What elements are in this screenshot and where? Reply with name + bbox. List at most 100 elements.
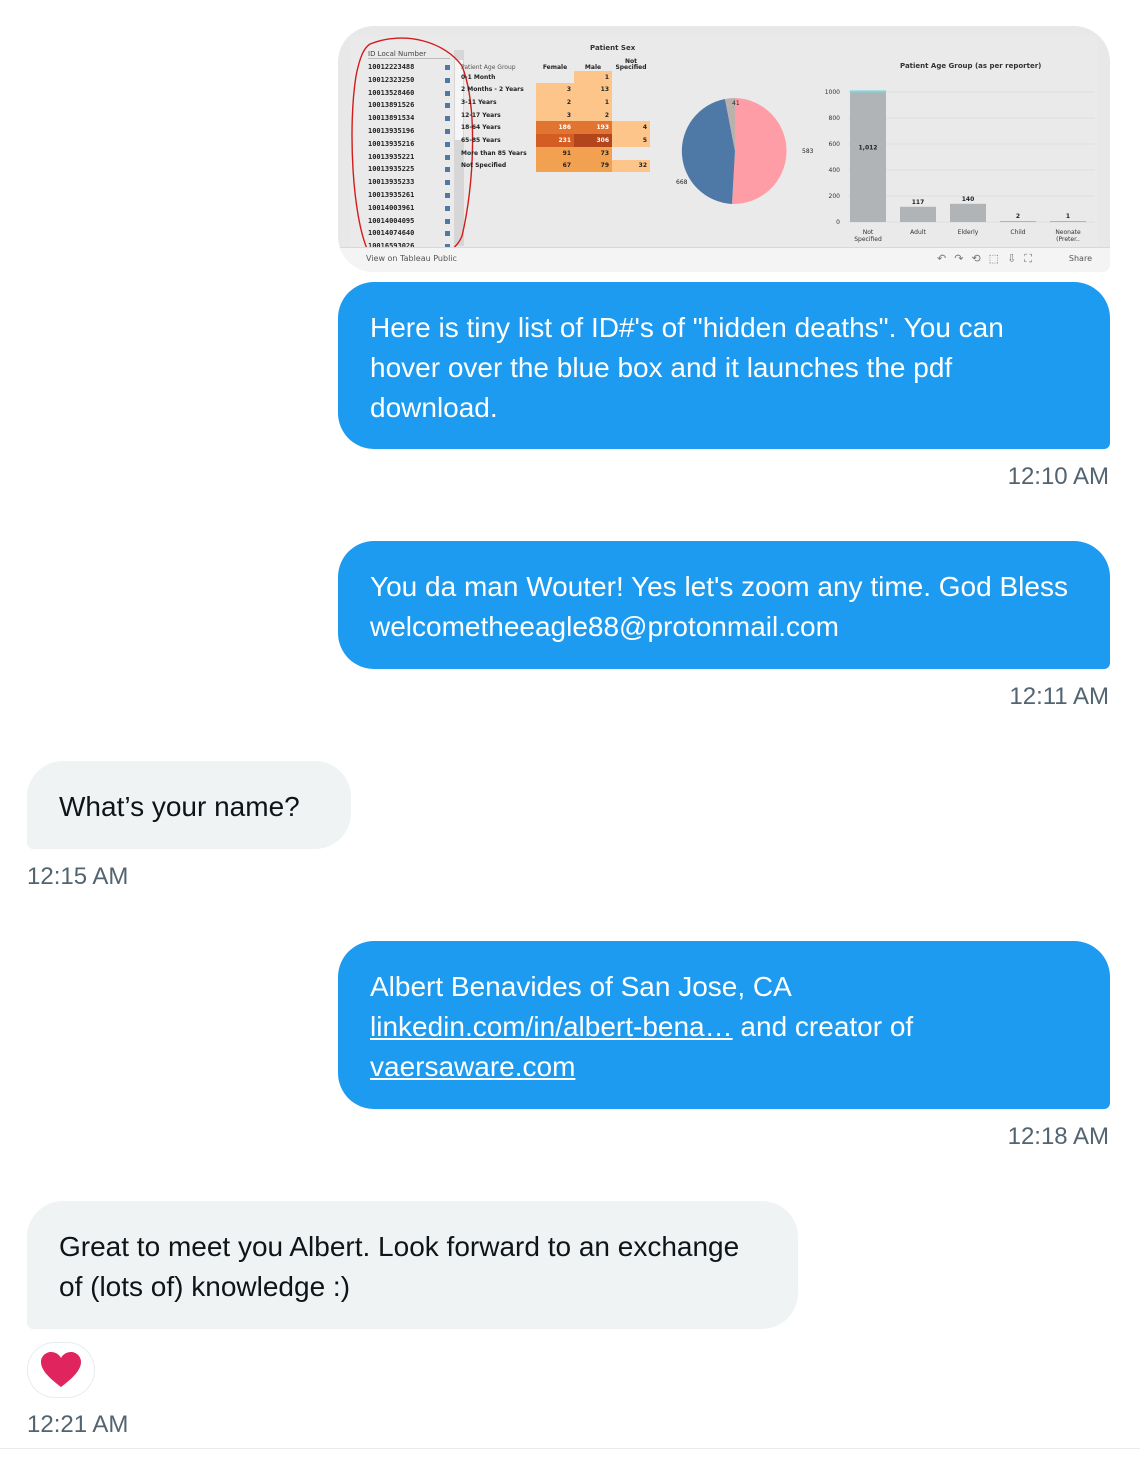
bar bbox=[1050, 221, 1086, 222]
heatmap-cell: 1 bbox=[574, 96, 612, 109]
message-incoming[interactable]: Great to meet you Albert. Look forward t… bbox=[27, 1201, 798, 1329]
heatmap-cell bbox=[612, 83, 650, 96]
heatmap-cell: 306 bbox=[574, 134, 612, 147]
heatmap-cell bbox=[612, 96, 650, 109]
heatmap-row: 0-1 Month 1 bbox=[458, 70, 650, 84]
heatmap-cell: 79 bbox=[574, 159, 612, 173]
pie-slice-male bbox=[681, 99, 735, 204]
message-text-fragment: and creator of bbox=[732, 1011, 914, 1042]
heatmap-row-label: Not Specified bbox=[461, 162, 507, 170]
heatmap-row-label: 0-1 Month bbox=[461, 73, 496, 81]
heatmap-row: Not Specified 67 79 32 bbox=[458, 159, 650, 173]
x-tick-label: (Preter.. bbox=[1056, 236, 1080, 243]
message-text: Here is tiny list of ID#'s of "hidden de… bbox=[370, 312, 1004, 423]
heatmap-cell: 186 bbox=[536, 121, 574, 135]
message-text: Great to meet you Albert. Look forward t… bbox=[59, 1231, 740, 1302]
tableau-toolbar-icons[interactable]: ↶↷⟲⬚⇩⛶ bbox=[937, 252, 1040, 266]
heatmap-cell: 5 bbox=[612, 134, 650, 147]
heatmap-col-male: Male bbox=[584, 63, 602, 71]
message-incoming[interactable]: What’s your name? bbox=[27, 761, 351, 849]
x-tick-label: Adult bbox=[910, 229, 926, 236]
heatmap-cell bbox=[536, 71, 574, 84]
heatmap-row-label: 65-85 Years bbox=[461, 136, 501, 144]
tableau-image-attachment[interactable]: ID Local Number 10012223488 10012323250 10… bbox=[338, 26, 1110, 272]
x-tick-label: Elderly bbox=[958, 229, 979, 236]
message-timestamp: 12:21 AM bbox=[27, 1411, 129, 1438]
heart-icon bbox=[41, 1352, 81, 1387]
bar-highlight bbox=[850, 90, 886, 93]
heatmap-row: 3-11 Years 2 1 bbox=[458, 96, 650, 109]
y-tick-label: 0 bbox=[836, 219, 840, 226]
x-tick-label: Not bbox=[863, 229, 874, 236]
message-timestamp: 12:15 AM bbox=[27, 863, 129, 890]
heatmap-cell: 67 bbox=[536, 159, 574, 173]
heatmap-col-female: Female bbox=[542, 63, 568, 71]
heatmap-cell: 13 bbox=[574, 83, 612, 97]
message-timestamp: 12:11 AM bbox=[1009, 683, 1109, 710]
message-text: What’s your name? bbox=[59, 791, 300, 822]
message-timestamp: 12:18 AM bbox=[1007, 1123, 1109, 1150]
heatmap-cell: 3 bbox=[536, 83, 574, 97]
heatmap-row: 12-17 Years 3 2 bbox=[458, 108, 650, 122]
bar bbox=[1000, 221, 1036, 222]
heatmap-cell: 2 bbox=[574, 108, 612, 122]
heatmap-cell bbox=[612, 71, 650, 84]
vaersaware-link[interactable]: vaersaware.com bbox=[370, 1051, 575, 1082]
message-outgoing[interactable]: Here is tiny list of ID#'s of "hidden de… bbox=[338, 282, 1110, 449]
message-text: You da man Wouter! Yes let's zoom any ti… bbox=[370, 571, 1068, 642]
x-tick-label: Neonate bbox=[1055, 229, 1081, 236]
heatmap-cell: 1 bbox=[574, 70, 612, 84]
heatmap-row: 2 Months - 2 Years 3 13 bbox=[458, 83, 650, 97]
heatmap-cell: 193 bbox=[574, 121, 612, 135]
pie-label-male: 668 bbox=[676, 179, 688, 186]
bar-value-label: 1 bbox=[1066, 213, 1070, 220]
y-tick-label: 600 bbox=[829, 141, 841, 148]
pie-label-not-specified: 41 bbox=[732, 100, 740, 107]
bar-value-label: 2 bbox=[1016, 213, 1020, 220]
heatmap-cell: 2 bbox=[536, 96, 574, 109]
share-button[interactable]: Share bbox=[1069, 254, 1092, 263]
heatmap-col-not-specified: Not Specified bbox=[615, 57, 647, 71]
y-tick-label: 200 bbox=[829, 193, 841, 200]
heatmap-row: More than 85 Years 91 73 bbox=[458, 146, 650, 160]
message-outgoing[interactable]: You da man Wouter! Yes let's zoom any ti… bbox=[338, 541, 1110, 669]
pie-slice-female bbox=[732, 98, 787, 205]
reaction-badge[interactable] bbox=[27, 1342, 95, 1398]
heatmap-row: 18-64 Years 186 193 4 bbox=[458, 121, 650, 135]
y-tick-label: 400 bbox=[829, 167, 841, 174]
linkedin-link[interactable]: linkedin.com/in/albert-bena… bbox=[370, 1011, 733, 1042]
x-tick-label: Child bbox=[1010, 229, 1025, 236]
heatmap-row: 65-85 Years 231 306 5 bbox=[458, 134, 650, 147]
bar-value-label: 117 bbox=[912, 199, 925, 206]
heatmap-cell: 91 bbox=[536, 146, 574, 160]
bar bbox=[900, 206, 936, 222]
heatmap-cell bbox=[612, 147, 650, 160]
tableau-dashboard: ID Local Number 10012223488 10012323250 10… bbox=[350, 36, 1098, 272]
age-group-chart-title: Patient Age Group (as per reporter) bbox=[900, 62, 1042, 70]
heatmap-row-label: 2 Months - 2 Years bbox=[461, 86, 524, 94]
heatmap-row-label: 3-11 Years bbox=[461, 98, 497, 106]
age-sex-heatmap: Patient Age Group Female Male Not Specif… bbox=[458, 57, 650, 173]
message-outgoing[interactable]: Albert Benavides of San Jose, CA linkedi… bbox=[338, 941, 1110, 1109]
bar-value-label: 1,012 bbox=[859, 145, 878, 152]
message-timestamp: 12:10 AM bbox=[1007, 463, 1109, 490]
heatmap-row-label: 12-17 Years bbox=[461, 111, 501, 119]
heatmap-row-label: 18-64 Years bbox=[461, 124, 501, 132]
y-tick-label: 1000 bbox=[825, 89, 840, 96]
heatmap-cell: 231 bbox=[536, 134, 574, 147]
patient-sex-title: Patient Sex bbox=[590, 44, 636, 52]
bar bbox=[850, 90, 886, 222]
bar-value-label: 140 bbox=[962, 196, 975, 203]
age-group-bar-chart: 0 200 400 600 800 1000 1,012 NotSpecified 117 Adu… bbox=[825, 89, 1095, 243]
divider bbox=[0, 1448, 1140, 1449]
heatmap-cell: 73 bbox=[574, 146, 612, 160]
view-on-tableau-link[interactable]: View on Tableau Public bbox=[366, 254, 457, 263]
message-text-line: Albert Benavides of San Jose, CA bbox=[370, 971, 792, 1002]
x-tick-label: Specified bbox=[854, 236, 882, 243]
heatmap-cell: 4 bbox=[612, 121, 650, 135]
heatmap-cell: 32 bbox=[612, 159, 650, 173]
tableau-footer: View on Tableau Public ↶↷⟲⬚⇩⛶ Share bbox=[338, 247, 1110, 272]
y-tick-label: 800 bbox=[829, 115, 841, 122]
heatmap-cell: 3 bbox=[536, 108, 574, 122]
heatmap-row-label: More than 85 Years bbox=[461, 149, 527, 157]
